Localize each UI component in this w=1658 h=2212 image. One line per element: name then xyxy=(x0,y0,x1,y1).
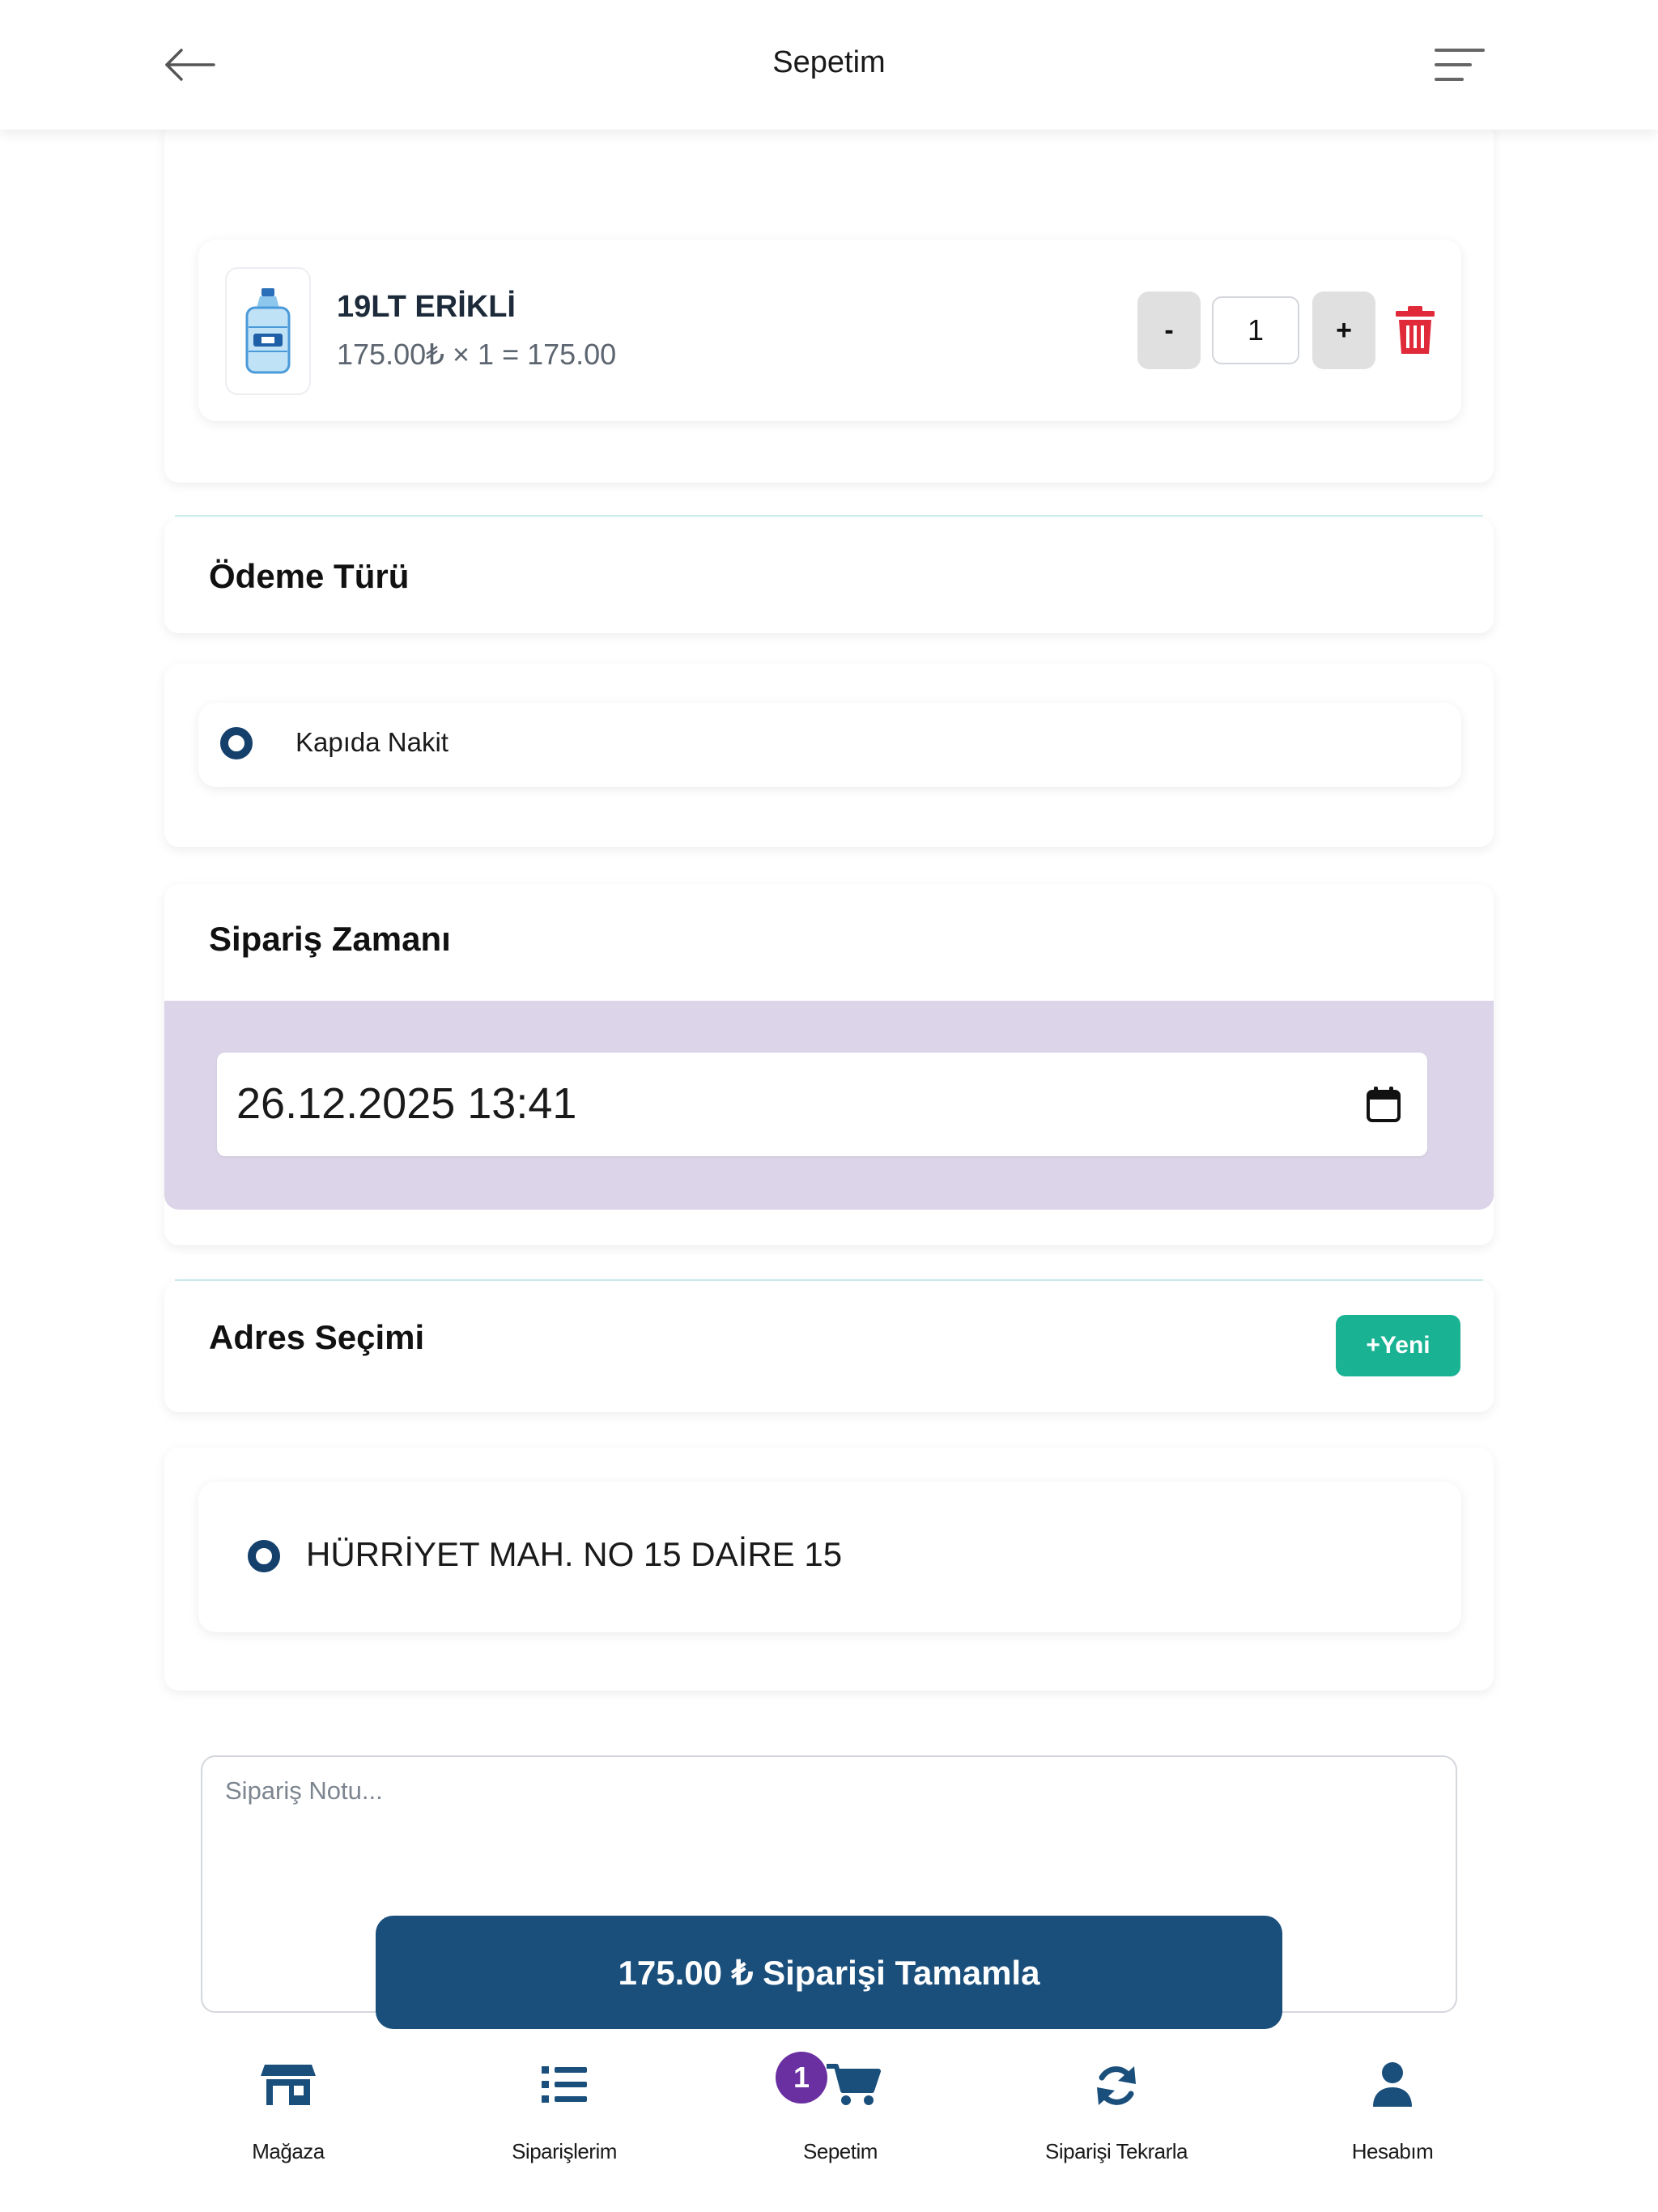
calendar-icon xyxy=(1367,1087,1401,1122)
nav-label-orders: Siparişlerim xyxy=(512,2139,617,2163)
menu-button[interactable] xyxy=(1433,45,1486,84)
order-datetime-input[interactable]: 26.12.2025 13:41 xyxy=(217,1053,1427,1156)
order-time-title: Sipariş Zamanı xyxy=(209,920,451,958)
cart-icon xyxy=(827,2064,881,2105)
trash-icon xyxy=(1396,306,1435,354)
divider xyxy=(175,515,1483,517)
nav-item-cart[interactable]: Sepetim xyxy=(719,2040,962,2163)
nav-item-account[interactable]: Hesabım xyxy=(1271,2040,1514,2163)
calendar-button[interactable] xyxy=(1365,1085,1402,1124)
nav-label-account: Hesabım xyxy=(1351,2139,1434,2163)
nav-label-store: Mağaza xyxy=(252,2139,325,2163)
new-address-button[interactable]: +Yeni xyxy=(1336,1315,1460,1376)
bottom-navigation: Mağaza Siparişlerim Sepetim Siparişi Tek… xyxy=(0,2040,1658,2212)
decrease-quantity-button[interactable]: - xyxy=(1137,291,1201,369)
delete-item-button[interactable] xyxy=(1392,304,1438,356)
payment-section-title: Ödeme Türü xyxy=(209,557,410,595)
cart-count-badge: 1 xyxy=(776,2052,827,2104)
nav-item-orders[interactable]: Siparişlerim xyxy=(443,2040,686,2163)
user-icon xyxy=(1373,2062,1412,2107)
address-radio[interactable] xyxy=(248,1540,280,1572)
water-bottle-icon xyxy=(245,288,291,374)
refresh-icon xyxy=(1097,2066,1136,2105)
app-header: Sepetim xyxy=(0,0,1658,130)
payment-option-label: Kapıda Nakit xyxy=(295,727,449,757)
product-image xyxy=(225,267,311,395)
product-price-line: 175.00₺ × 1 = 175.00 xyxy=(337,338,617,371)
product-name: 19LT ERİKLİ xyxy=(337,290,516,324)
list-icon xyxy=(542,2066,587,2103)
increase-quantity-button[interactable]: + xyxy=(1312,291,1375,369)
payment-radio[interactable] xyxy=(220,727,253,759)
address-section-title: Adres Seçimi xyxy=(209,1318,425,1356)
nav-label-reorder: Siparişi Tekrarla xyxy=(1045,2139,1188,2163)
nav-label-cart: Sepetim xyxy=(803,2139,878,2163)
complete-order-button[interactable]: 175.00 ₺ Siparişi Tamamla xyxy=(376,1916,1282,2029)
nav-item-store[interactable]: Mağaza xyxy=(167,2040,410,2163)
address-option-label: HÜRRİYET MAH. NO 15 DAİRE 15 xyxy=(306,1535,843,1573)
quantity-input[interactable] xyxy=(1212,296,1299,364)
menu-lines-icon xyxy=(1435,49,1485,81)
order-datetime-value: 26.12.2025 13:41 xyxy=(236,1079,577,1128)
nav-item-reorder[interactable]: Siparişi Tekrarla xyxy=(995,2040,1238,2163)
page-title: Sepetim xyxy=(772,45,886,79)
store-icon xyxy=(261,2065,316,2105)
